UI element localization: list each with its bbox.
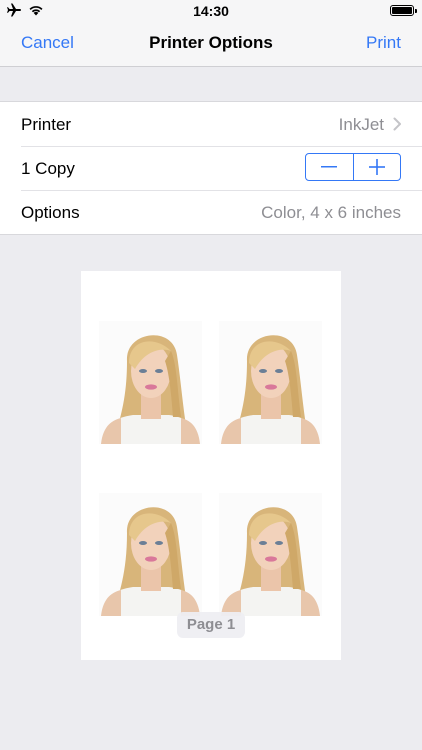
minus-icon: [321, 166, 338, 168]
portrait-photo: [219, 493, 322, 616]
printer-settings-group: Printer InkJet 1 Copy Options Color, 4 x…: [0, 101, 422, 235]
printer-value: InkJet: [338, 115, 384, 134]
page-title: Printer Options: [149, 33, 273, 52]
options-row[interactable]: Options Color, 4 x 6 inches: [0, 190, 422, 234]
battery-icon: [390, 5, 417, 16]
portrait-photo: [99, 493, 202, 616]
printer-row[interactable]: Printer InkJet: [0, 102, 422, 146]
navigation-bar: Cancel Printer Options Print: [0, 22, 422, 67]
print-preview-page: [81, 271, 341, 660]
page-number-label: Page 1: [177, 612, 245, 638]
portrait-photo: [219, 321, 322, 444]
portrait-photo: [99, 321, 202, 444]
copies-stepper: [305, 153, 401, 181]
chevron-right-icon: [393, 117, 401, 131]
decrement-button[interactable]: [306, 154, 353, 180]
plus-icon: [368, 159, 385, 175]
print-button[interactable]: Print: [366, 33, 401, 53]
status-bar: 14:30: [0, 0, 422, 22]
copies-label: 1 Copy: [21, 159, 75, 178]
options-value: Color, 4 x 6 inches: [261, 203, 401, 222]
status-time: 14:30: [193, 3, 229, 19]
options-label: Options: [21, 203, 80, 222]
increment-button[interactable]: [352, 154, 401, 180]
printer-label: Printer: [21, 115, 72, 134]
copies-row: 1 Copy: [0, 146, 422, 190]
